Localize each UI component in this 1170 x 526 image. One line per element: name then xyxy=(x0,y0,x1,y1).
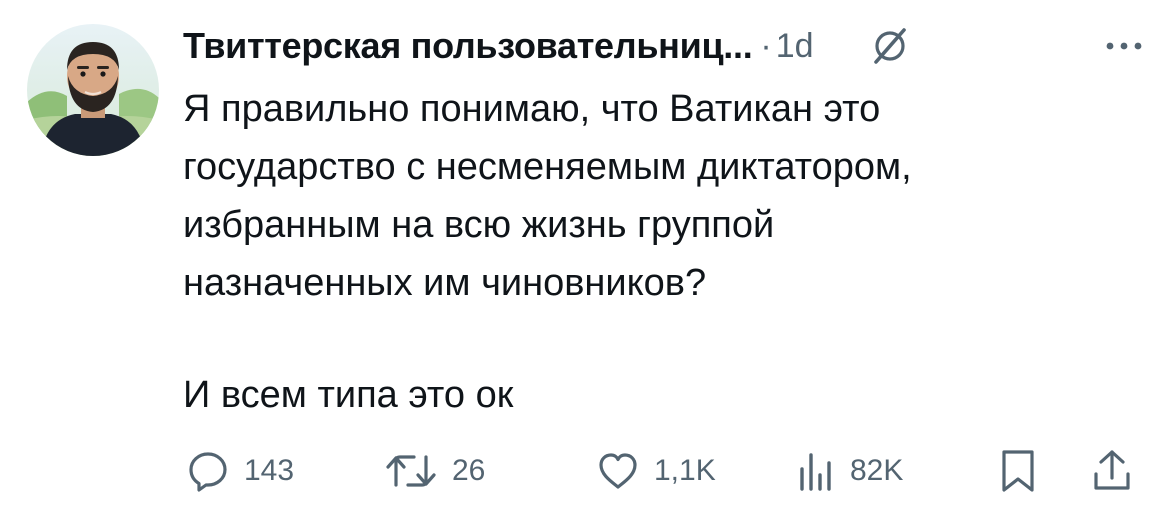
reply-button[interactable]: 143 xyxy=(186,446,294,496)
tweet-text: Я правильно понимаю, что Ватикан это гос… xyxy=(183,88,912,304)
views-count: 82K xyxy=(850,454,904,487)
grok-icon[interactable] xyxy=(870,26,910,66)
tweet-timestamp[interactable]: 1d xyxy=(776,27,814,66)
reply-count: 143 xyxy=(244,454,295,487)
like-button[interactable]: 1,1K xyxy=(596,446,716,496)
more-icon[interactable] xyxy=(1104,40,1144,52)
bookmark-button[interactable] xyxy=(998,446,1038,496)
views-chart-icon xyxy=(800,453,831,491)
retweet-icon xyxy=(386,455,436,487)
tweet-header: Твиттерская пользовательниц... · 1d xyxy=(183,18,1148,74)
tweet-text-last-line: И всем типа это ок xyxy=(183,374,514,416)
tweet-actions: 143 26 1,1K 82K xyxy=(186,446,1141,496)
header-separator: · xyxy=(760,26,772,65)
bearded-man-avatar-icon xyxy=(27,24,159,156)
retweet-count: 26 xyxy=(452,454,486,487)
like-count: 1,1K xyxy=(654,454,716,487)
bookmark-icon xyxy=(1002,450,1034,492)
share-icon xyxy=(1094,450,1130,490)
author-display-name[interactable]: Твиттерская пользовательниц... xyxy=(183,25,753,67)
heart-icon xyxy=(599,453,637,489)
reply-icon xyxy=(189,452,227,492)
share-button[interactable] xyxy=(1090,446,1134,496)
views-button[interactable]: 82K xyxy=(796,446,903,496)
retweet-button[interactable]: 26 xyxy=(384,446,485,496)
avatar[interactable] xyxy=(27,24,159,156)
